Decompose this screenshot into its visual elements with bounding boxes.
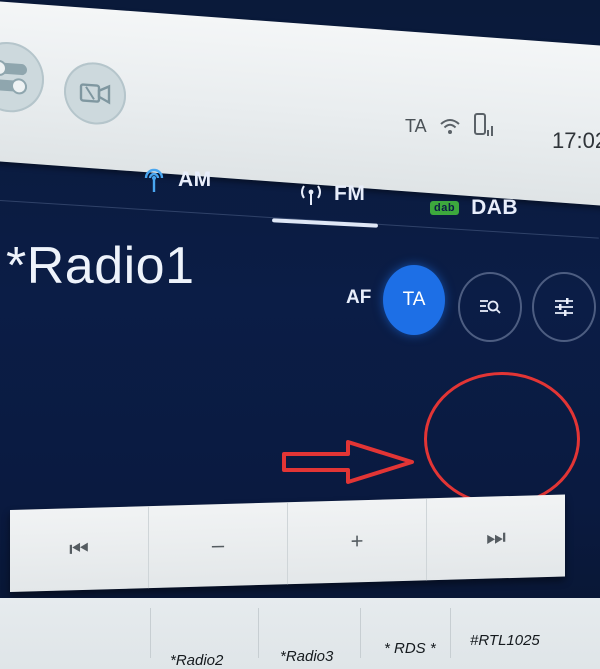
status-indicators: TA xyxy=(405,112,495,140)
tab-fm[interactable]: FM xyxy=(300,182,365,206)
annotation-circle xyxy=(424,372,580,506)
previous-button[interactable]: ⏮ xyxy=(10,506,149,592)
preset-radio3[interactable]: *Radio3 xyxy=(280,648,333,665)
previous-icon: ⏮ xyxy=(69,535,89,562)
source-tabs: AM FM dab DAB xyxy=(138,160,600,230)
tab-am[interactable]: AM xyxy=(142,166,212,194)
station-search-button[interactable] xyxy=(458,272,522,342)
annotation-arrow xyxy=(282,440,414,484)
phone-signal-icon xyxy=(473,113,493,136)
tab-fm-label: FM xyxy=(334,182,366,205)
sound-settings-button[interactable] xyxy=(532,272,596,342)
tune-up-button[interactable]: + xyxy=(288,498,427,585)
toggle-icon xyxy=(0,59,27,95)
preset-bar: *Radio2 *Radio3 * RDS * #RTL1025 xyxy=(0,598,600,669)
plus-icon: + xyxy=(350,528,364,554)
tab-dab[interactable]: dab DAB xyxy=(430,196,518,220)
preset-rtl1025[interactable]: #RTL1025 xyxy=(470,632,540,649)
preset-radio2[interactable]: *Radio2 xyxy=(170,652,223,669)
playback-controls: ⏮ – + ⏭ xyxy=(10,494,565,592)
wifi-icon xyxy=(440,119,460,134)
dab-logo-icon: dab xyxy=(430,201,460,215)
camera-icon xyxy=(79,83,111,105)
broadcast-icon xyxy=(301,185,321,205)
home-button[interactable] xyxy=(0,39,44,115)
af-toggle[interactable]: AF xyxy=(346,287,371,309)
preset-rds[interactable]: * RDS * xyxy=(384,640,436,657)
clock: 17:02 xyxy=(552,128,600,153)
next-icon: ⏭ xyxy=(486,524,506,550)
list-search-icon xyxy=(480,300,501,314)
infotainment-screen: TA 17:02 AM xyxy=(0,0,600,669)
preset-separator xyxy=(450,608,451,658)
minus-icon: – xyxy=(211,532,225,558)
tab-am-label: AM xyxy=(178,168,212,191)
tab-dab-label: DAB xyxy=(471,196,519,219)
ta-button[interactable]: TA xyxy=(383,265,445,335)
tune-down-button[interactable]: – xyxy=(149,502,288,589)
sliders-icon xyxy=(555,298,573,316)
antenna-icon xyxy=(144,168,164,192)
next-button[interactable]: ⏭ xyxy=(427,494,565,580)
camera-button[interactable] xyxy=(64,60,126,127)
station-name: *Radio1 xyxy=(6,237,195,295)
preset-separator xyxy=(258,608,259,658)
preset-separator xyxy=(150,608,151,658)
preset-separator xyxy=(360,608,361,658)
ta-indicator: TA xyxy=(405,115,427,136)
ta-button-label: TA xyxy=(402,289,426,310)
